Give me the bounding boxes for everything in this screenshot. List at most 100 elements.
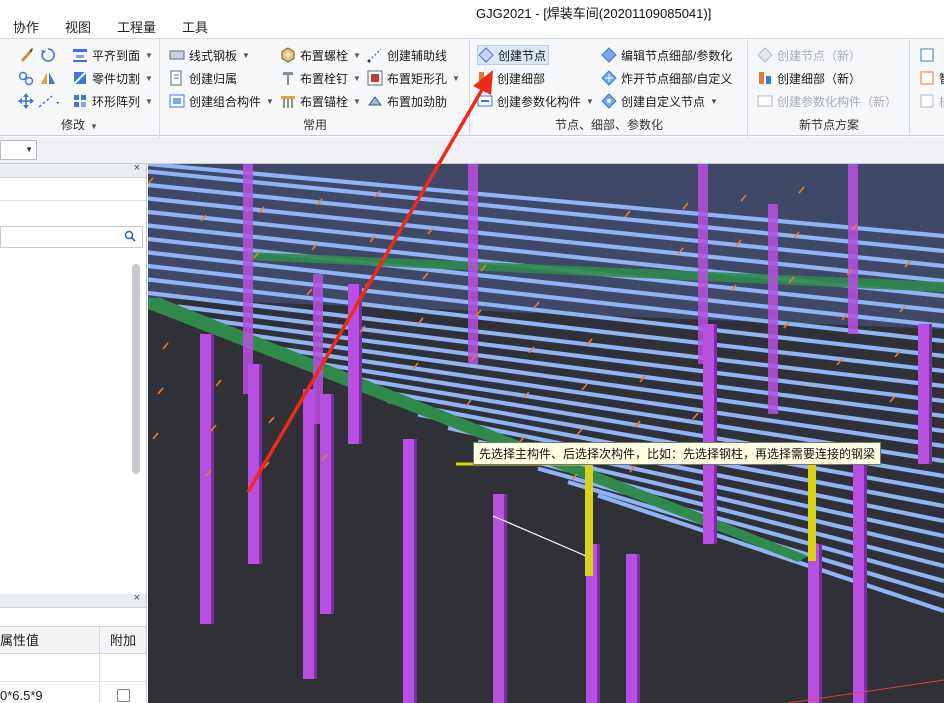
chevron-down-icon: ▼ xyxy=(145,50,153,60)
custom-node-icon xyxy=(601,93,617,109)
purlin-cleat xyxy=(157,387,164,395)
place-stud-button[interactable]: 布置栓钉 ▼ xyxy=(280,68,363,88)
rotate-icon[interactable] xyxy=(40,47,56,66)
explode-node-button[interactable]: 炸开节点细部/自定义 xyxy=(601,68,734,88)
ring-array-button[interactable]: 环形阵列 ▼ xyxy=(72,91,155,111)
create-aux-line-button[interactable]: 创建辅助线 xyxy=(367,45,449,65)
steel-structure-scene[interactable] xyxy=(148,164,944,703)
create-assembly-button[interactable]: 创建组合构件 ▼ xyxy=(169,91,276,111)
scrollbar[interactable] xyxy=(132,264,140,474)
steel-column-shade xyxy=(819,544,822,703)
detail-icon xyxy=(757,70,773,86)
brush-icon[interactable] xyxy=(18,47,34,66)
roof-plane xyxy=(148,164,944,329)
model-viewport[interactable]: 先选择主构件、后选择次构件，比如：先选择钢柱，再选择需要连接的钢梁 xyxy=(148,164,944,703)
create-param-new-button[interactable]: 创建参数化构件（新） xyxy=(757,91,899,111)
create-belonging-button[interactable]: 创建归属 xyxy=(169,68,239,88)
align-icon xyxy=(72,47,88,63)
place-anchor-bolt-button[interactable]: 布置锚栓 ▼ xyxy=(280,91,363,111)
partial-icon xyxy=(919,47,935,63)
steel-column-shade xyxy=(211,334,214,624)
chevron-down-icon: ▼ xyxy=(710,96,718,106)
create-custom-node-button[interactable]: 创建自定义节点 ▼ xyxy=(601,91,720,111)
steel-column-shade xyxy=(929,324,932,464)
ribbon: 平齐到面 ▼ 零件切割 ▼ 环形阵列 ▼ 修改 ▼ 线式钢板 ▼ 创建归属 创建组合构件 ▼… xyxy=(0,38,944,137)
ribbon-group-modify-label[interactable]: 修改 ▼ xyxy=(0,116,159,133)
chevron-down-icon: ▼ xyxy=(145,96,153,106)
purlin-cleat xyxy=(889,395,896,403)
extend-line-icon[interactable] xyxy=(38,93,62,112)
ribbon-group-nodes-label: 节点、细部、参数化 xyxy=(554,118,663,132)
steel-column-shade xyxy=(714,324,717,544)
part-cut-button[interactable]: 零件切割 ▼ xyxy=(72,68,155,88)
purlin-cleat xyxy=(692,412,699,420)
partial-button-2[interactable]: 智 xyxy=(919,68,944,88)
ribbon-group-common-label: 常用 xyxy=(302,118,327,132)
prop-value-cell[interactable]: 0*6.5*9 xyxy=(0,682,100,703)
align-to-face-button[interactable]: 平齐到面 ▼ xyxy=(72,45,155,65)
partial-button-1[interactable] xyxy=(919,45,941,65)
steel-column xyxy=(403,439,414,703)
partial-icon xyxy=(919,93,935,109)
chevron-down-icon: ▼ xyxy=(353,50,361,60)
menu-collab[interactable]: 协作 xyxy=(0,18,52,38)
detail-icon xyxy=(477,70,493,86)
create-node-button[interactable]: 创建节点 xyxy=(477,45,550,65)
steel-column xyxy=(313,274,323,424)
stiffener-icon xyxy=(367,93,383,109)
chevron-down-icon: ▼ xyxy=(586,96,594,106)
linear-plate-button[interactable]: 线式钢板 ▼ xyxy=(169,45,252,65)
move-icon[interactable] xyxy=(18,93,34,112)
search-input[interactable] xyxy=(0,226,143,248)
link-icon[interactable] xyxy=(18,70,34,89)
table-row xyxy=(0,654,146,682)
purlin-cleat xyxy=(268,416,275,424)
menu-quantity[interactable]: 工程量 xyxy=(104,18,169,38)
node-icon xyxy=(478,47,494,63)
chevron-down-icon: ▼ xyxy=(145,73,153,83)
close-icon[interactable]: × xyxy=(134,592,140,604)
steel-column xyxy=(768,204,778,414)
table-header: 属性值 附加 xyxy=(0,626,146,654)
edit-node-icon xyxy=(601,47,617,63)
search-icon[interactable] xyxy=(124,230,136,242)
purlin-cleat xyxy=(162,342,169,350)
menu-tools[interactable]: 工具 xyxy=(169,18,221,38)
mirror-icon[interactable] xyxy=(40,70,56,89)
anchor-bolt-icon xyxy=(280,93,296,109)
ring-array-icon xyxy=(72,93,88,109)
cut-icon xyxy=(72,70,88,86)
purlin-cleat xyxy=(215,379,222,387)
stud-icon xyxy=(280,70,296,86)
place-bolt-button[interactable]: 布置螺栓 ▼ xyxy=(280,45,363,65)
close-icon[interactable]: × xyxy=(134,162,140,174)
title-bar: 协作 视图 工程量 工具 GJG2021 - [焊装车间(20201109085… xyxy=(0,0,944,38)
steel-column xyxy=(626,554,637,703)
create-detail-button[interactable]: 创建细部 xyxy=(477,68,547,88)
purlin-cleat xyxy=(152,432,159,440)
steel-column-shade xyxy=(331,394,334,614)
create-node-new-button[interactable]: 创建节点（新） xyxy=(757,45,863,65)
panel-header-props: × xyxy=(0,592,146,608)
steel-column xyxy=(853,454,864,703)
view-select[interactable]: ▼ xyxy=(0,140,37,160)
chevron-down-icon: ▼ xyxy=(353,73,361,83)
partial-button-3[interactable]: 模 xyxy=(919,91,944,111)
node-icon xyxy=(757,47,773,63)
steel-column-shade xyxy=(864,454,867,703)
purlin-cleat xyxy=(581,383,588,391)
create-param-component-button[interactable]: 创建参数化构件 ▼ xyxy=(477,91,596,111)
chevron-down-icon: ▼ xyxy=(242,50,250,60)
chevron-down-icon: ▼ xyxy=(25,145,33,154)
menu-view[interactable]: 视图 xyxy=(52,18,104,38)
extra-checkbox[interactable] xyxy=(116,689,130,702)
place-stiffener-button[interactable]: 布置加劲肋 xyxy=(367,91,449,111)
table-row: 0*6.5*9 xyxy=(0,682,146,703)
steel-column xyxy=(918,324,929,464)
edit-node-detail-button[interactable]: 编辑节点细部/参数化 xyxy=(601,45,734,65)
place-rect-hole-button[interactable]: 布置矩形孔 ▼ xyxy=(367,68,462,88)
create-detail-new-button[interactable]: 创建细部（新） xyxy=(757,68,863,88)
ribbon-group-new-scheme-label: 新节点方案 xyxy=(798,118,859,132)
property-table: 属性值 附加 0*6.5*9 xyxy=(0,626,146,703)
steel-column-shade xyxy=(637,554,640,703)
